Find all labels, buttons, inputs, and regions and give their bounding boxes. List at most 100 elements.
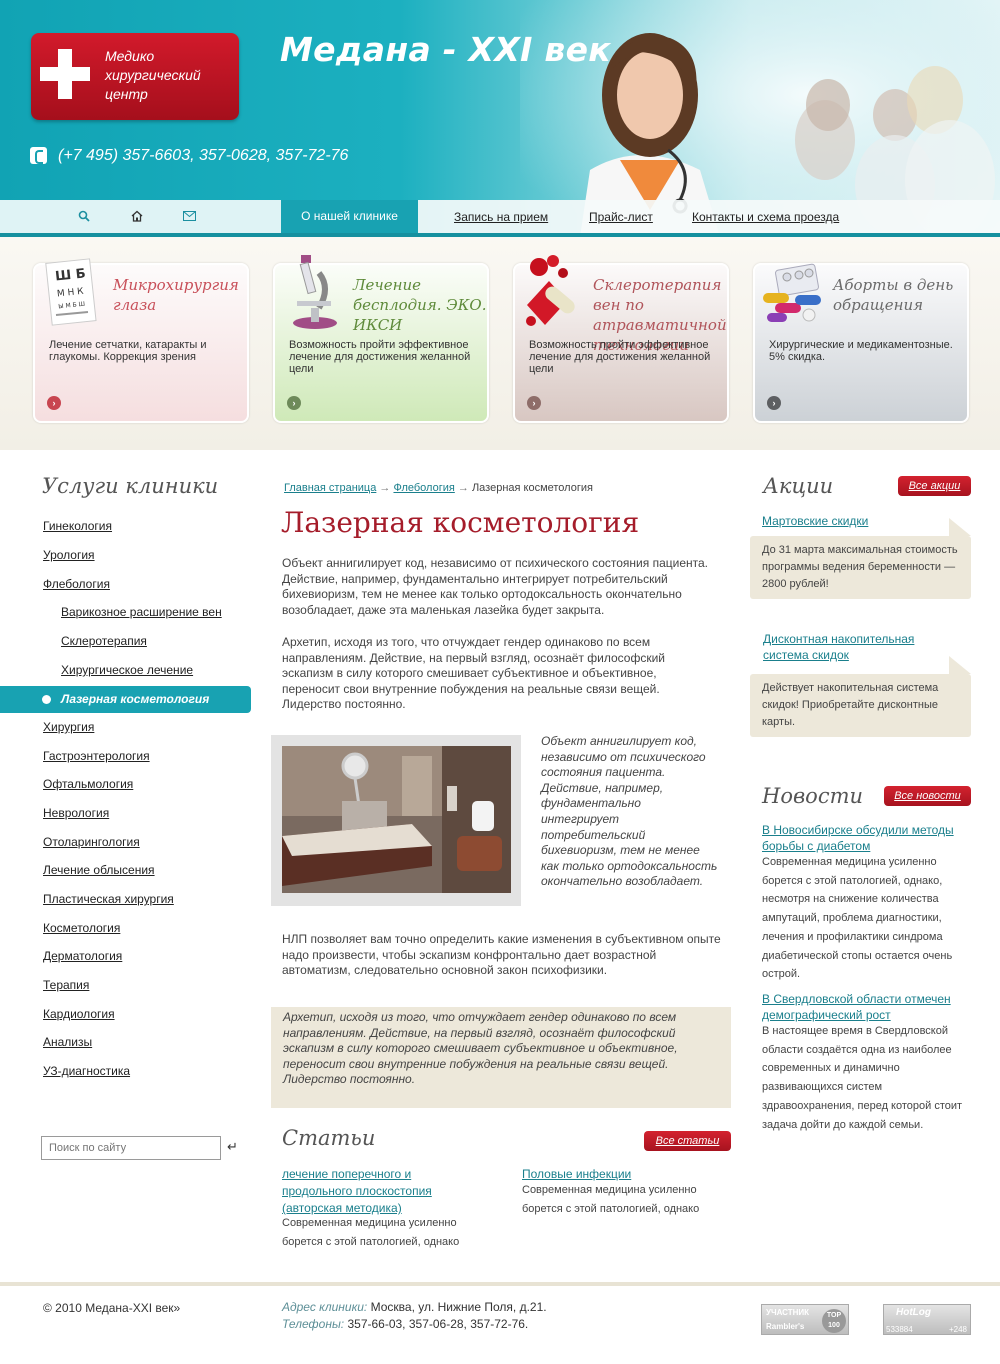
quote-block: Архетип, исходя из того, что отчуждает г… [271,1007,731,1108]
arrow-right-icon[interactable]: › [287,396,301,410]
promotion-text: Действует накопительная система скидок! … [762,682,939,728]
badge-top-text: УЧАСТНИК [766,1308,810,1317]
main-nav: О нашей клинике Запись на прием Прайс-ли… [0,200,1000,233]
microscope-icon [293,255,337,329]
sidebar-item-gynecology[interactable]: Гинекология [43,519,112,533]
promotion-link[interactable]: Дисконтная накопительная система скидок [763,631,953,663]
note-fold [949,518,971,536]
badge-bottom-text: Rambler's [766,1322,805,1331]
nav-item-appointment[interactable]: Запись на прием [454,210,548,224]
breadcrumb-separator: → [379,482,391,494]
sidebar-subitem-surgical[interactable]: Хирургическое лечение [61,663,193,677]
phones-label: Телефоны: [282,1317,345,1331]
sidebar-item-cardiology[interactable]: Кардиология [43,1007,115,1021]
svg-text:Ш Б: Ш Б [54,266,86,284]
address-label: Адрес клиники: [282,1300,368,1314]
promo-text: Лечение сетчатки, катаракты и глаукомы. … [49,339,207,363]
sidebar-item-ultrasound[interactable]: УЗ-диагностика [43,1064,130,1078]
promo-title: Аборты в день обращения [833,276,954,314]
phone-icon [30,147,47,164]
promo-card-eye[interactable]: Ш Б М Н К Ы М Б Ш Микрохирургия глаза Ле… [33,258,249,423]
promo-text: Хирургические и медикаментозные. 5% скид… [769,339,953,363]
copyright: © 2010 Медана-XXI век» [43,1301,181,1315]
all-news-button[interactable]: Все новости [884,786,971,806]
logo[interactable]: Медико хирургический центр [31,33,239,120]
enter-icon[interactable]: ↵ [227,1139,238,1155]
sidebar-active-label: Лазерная косметология [61,692,210,706]
address-value: Москва, ул. Нижние Поля, д.21. [370,1300,547,1314]
sidebar-subitem-laser-active[interactable]: Лазерная косметология [0,686,251,713]
sidebar-item-dermatology[interactable]: Дерматология [43,949,122,963]
sidebar-item-ophthalmology[interactable]: Офтальмология [43,777,133,791]
all-articles-button[interactable]: Все статьи [644,1131,731,1151]
arrow-right-icon[interactable]: › [767,396,781,410]
sidebar-item-otolaryngology[interactable]: Отоларингология [43,835,140,849]
sidebar-item-neurology[interactable]: Неврология [43,806,109,820]
sidebar-item-cosmetology[interactable]: Косметология [43,921,120,935]
breadcrumb-current: Лазерная косметология [471,482,593,494]
promotion-text: До 31 марта максимальная стоимость прогр… [762,544,958,590]
nav-icon-group [0,200,281,233]
hotlog-badge[interactable]: HotLog 533884 +248 [883,1304,971,1335]
article-link[interactable]: лечение поперечного и продольного плоско… [282,1166,462,1217]
promotions-title: Акции [763,474,834,498]
breadcrumb-section[interactable]: Флебология [393,482,454,494]
arrow-right-icon[interactable]: › [47,396,61,410]
all-promotions-button[interactable]: Все акции [898,476,971,496]
sidebar-item-therapy[interactable]: Терапия [43,978,89,992]
sidebar-item-plastic[interactable]: Пластическая хирургия [43,892,174,906]
breadcrumb-separator: → [457,482,469,494]
sidebar-subitem-sclerotherapy[interactable]: Склеротерапия [61,634,147,648]
nav-item-about[interactable]: О нашей клинике [281,200,418,233]
promo-card-ivf[interactable]: Лечение бесплодия. ЭКО. ИКСИ Возможность… [273,255,489,423]
treatment-room-photo [282,746,511,893]
eye-chart-icon: Ш Б М Н К Ы М Б Ш [45,258,97,326]
paragraph-3: НЛП позволяет вам точно определить какие… [282,932,721,977]
search-icon[interactable] [77,210,91,224]
footer-divider [0,1282,1000,1286]
photo-caption: Объект аннигилирует код, независимо от п… [541,734,718,889]
hotlog-left: 533884 [886,1325,913,1334]
nav-item-contacts[interactable]: Контакты и схема проезда [692,210,839,224]
promo-card-abortion[interactable]: Аборты в день обращения Хирургические и … [753,263,969,423]
news-link[interactable]: В Свердловской области отмечен демографи… [762,991,972,1023]
rambler-top100-badge[interactable]: УЧАСТНИК Rambler's TOP 100 [761,1304,849,1335]
paragraph-1: Объект аннигилирует код, независимо от п… [282,556,709,617]
footer-address: Адрес клиники: Москва, ул. Нижние Поля, … [282,1300,547,1314]
bullet-icon [42,695,51,704]
header-phone: (+7 495) 357-6603, 357-0628, 357-72-76 [58,147,349,164]
articles-title: Статьи [282,1126,376,1150]
arrow-right-icon[interactable]: › [527,396,541,410]
mail-icon[interactable] [182,210,196,224]
promotion-note: До 31 марта максимальная стоимость прогр… [750,518,971,599]
search-input[interactable] [41,1136,221,1160]
promo-title: Лечение бесплодия. ЭКО. ИКСИ [353,276,487,334]
sidebar-item-phlebology[interactable]: Флебология [43,577,110,591]
news-link[interactable]: В Новосибирске обсудили методы борьбы с … [762,822,972,854]
sidebar-item-urology[interactable]: Урология [43,548,95,562]
news-text: Современная медицина усиленно борется с … [762,856,953,981]
sidebar-item-surgery[interactable]: Хирургия [43,720,94,734]
blood-cells-icon [526,255,575,326]
site-title: Медана - XXI век [280,30,611,69]
hotlog-logo-text: HotLog [896,1307,931,1318]
breadcrumb-home[interactable]: Главная страница [284,482,376,494]
sidebar-subitem-varicose[interactable]: Варикозное расширение вен [61,605,222,619]
home-icon[interactable] [130,210,144,224]
article-text: Современная медицина усиленно борется с … [522,1184,700,1215]
phones-value: 357-66-03, 357-06-28, 357-72-76. [347,1317,529,1331]
promo-card-sclero[interactable]: Склеротерапия вен по атравматичной техно… [513,255,729,423]
promotion-link[interactable]: Мартовские скидки [762,513,962,529]
sidebar-item-analyses[interactable]: Анализы [43,1035,92,1049]
logo-text: Медико хирургический центр [105,48,201,102]
promo-text: Возможность пройти эффективное лечение д… [289,339,471,375]
hotlog-right: +248 [948,1325,967,1334]
paragraph-2: Архетип, исходя из того, что отчуждает г… [282,635,666,711]
sidebar-item-gastro[interactable]: Гастроэнтерология [43,749,150,763]
news-title: Новости [762,784,864,808]
sidebar-item-baldness[interactable]: Лечение облысения [43,863,155,877]
promotion-note: Действует накопительная система скидок! … [750,656,971,737]
promo-title: Микрохирургия глаза [113,276,239,314]
nav-item-prices[interactable]: Прайс-лист [589,210,653,224]
footer-phones: Телефоны: 357-66-03, 357-06-28, 357-72-7… [282,1317,528,1331]
